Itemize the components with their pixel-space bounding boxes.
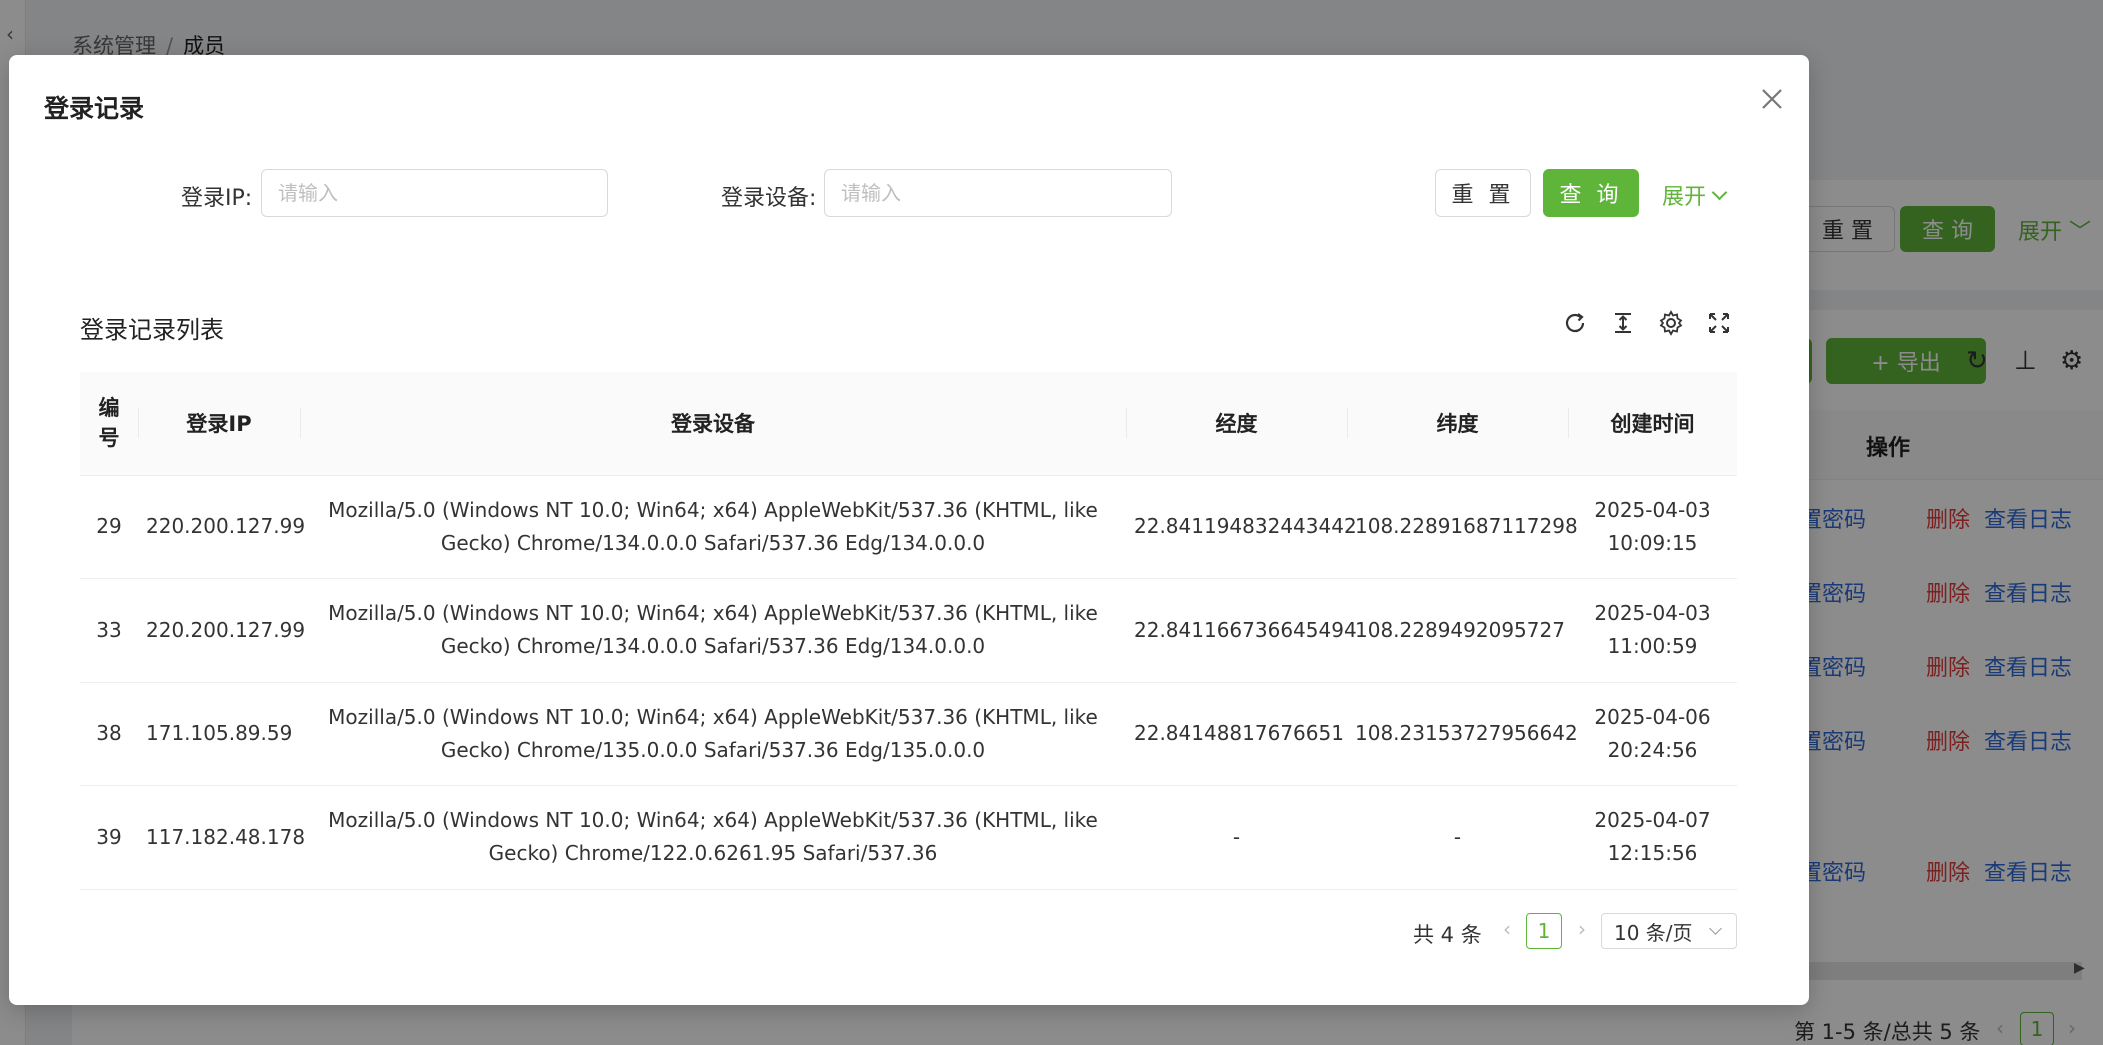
cell-device: Mozilla/5.0 (Windows NT 10.0; Win64; x64… bbox=[300, 578, 1126, 683]
chevron-down-icon bbox=[1709, 922, 1722, 935]
cell-longitude: 22.841166736645494 bbox=[1126, 578, 1357, 683]
column-header-longitude[interactable]: 经度 bbox=[1126, 372, 1347, 476]
table-row: 38 171.105.89.59 Mozilla/5.0 (Windows NT… bbox=[80, 682, 1737, 786]
chevron-down-icon bbox=[1711, 184, 1728, 200]
close-icon[interactable] bbox=[1752, 79, 1792, 119]
expand-link[interactable]: 展开 bbox=[1662, 179, 1728, 211]
cell-ip: 171.105.89.59 bbox=[138, 682, 300, 786]
refresh-icon[interactable] bbox=[1559, 307, 1591, 339]
page-number-1[interactable]: 1 bbox=[1526, 913, 1562, 949]
cell-latitude: 108.2289492095727 bbox=[1347, 578, 1568, 683]
pagination-total: 共 4 条 bbox=[1413, 923, 1482, 947]
list-title: 登录记录列表 bbox=[80, 316, 224, 344]
cell-created-at: 2025-04-03 11:00:59 bbox=[1568, 578, 1737, 683]
cell-created-at: 2025-04-07 12:15:56 bbox=[1568, 785, 1737, 890]
table-row: 33 220.200.127.99 Mozilla/5.0 (Windows N… bbox=[80, 578, 1737, 683]
login-device-label: 登录设备: bbox=[721, 186, 817, 211]
column-header-ip[interactable]: 登录IP bbox=[138, 372, 300, 476]
cell-latitude: 108.22891687117298 bbox=[1347, 475, 1578, 579]
fullscreen-icon[interactable] bbox=[1703, 307, 1735, 339]
cell-time: 20:24:56 bbox=[1607, 737, 1698, 762]
next-page-icon[interactable]: › bbox=[1578, 917, 1586, 941]
login-records-modal: 登录记录 登录IP: 登录设备: 重 置 查 询 展开 登录记录列表 编号 登录… bbox=[9, 55, 1809, 1005]
cell-time: 10:09:15 bbox=[1607, 530, 1698, 555]
cell-date: 2025-04-06 bbox=[1594, 704, 1711, 729]
login-ip-input[interactable] bbox=[261, 169, 608, 217]
expand-label: 展开 bbox=[1662, 185, 1707, 210]
column-header-device[interactable]: 登录设备 bbox=[300, 372, 1126, 476]
column-header-created-at[interactable]: 创建时间 bbox=[1568, 372, 1737, 476]
cell-ip: 220.200.127.99 bbox=[138, 578, 305, 683]
settings-icon[interactable] bbox=[1655, 307, 1687, 339]
cell-date: 2025-04-03 bbox=[1594, 497, 1711, 522]
cell-date: 2025-04-07 bbox=[1594, 808, 1711, 833]
cell-created-at: 2025-04-06 20:24:56 bbox=[1568, 682, 1737, 786]
table-row: 29 220.200.127.99 Mozilla/5.0 (Windows N… bbox=[80, 475, 1737, 579]
table-header-row: 编号 登录IP 登录设备 经度 纬度 创建时间 bbox=[80, 372, 1737, 476]
cell-id: 38 bbox=[80, 682, 138, 786]
cell-device: Mozilla/5.0 (Windows NT 10.0; Win64; x64… bbox=[300, 785, 1126, 890]
login-records-table: 编号 登录IP 登录设备 经度 纬度 创建时间 29 220.200.127.9… bbox=[80, 372, 1737, 890]
column-header-id[interactable]: 编号 bbox=[80, 372, 138, 476]
cell-ip: 220.200.127.99 bbox=[138, 475, 305, 579]
column-header-id-label: 编号 bbox=[98, 396, 120, 451]
login-ip-label: 登录IP: bbox=[181, 186, 253, 211]
cell-date: 2025-04-03 bbox=[1594, 601, 1711, 626]
reset-button[interactable]: 重 置 bbox=[1435, 169, 1531, 217]
cell-device: Mozilla/5.0 (Windows NT 10.0; Win64; x64… bbox=[300, 475, 1126, 579]
cell-device: Mozilla/5.0 (Windows NT 10.0; Win64; x64… bbox=[300, 682, 1126, 786]
cell-latitude: 108.23153727956642 bbox=[1347, 682, 1578, 786]
prev-page-icon[interactable]: ‹ bbox=[1503, 917, 1511, 941]
table-row: 39 117.182.48.178 Mozilla/5.0 (Windows N… bbox=[80, 785, 1737, 890]
modal-title: 登录记录 bbox=[44, 94, 145, 123]
cell-time: 11:00:59 bbox=[1607, 634, 1698, 659]
cell-id: 39 bbox=[80, 785, 138, 890]
cell-created-at: 2025-04-03 10:09:15 bbox=[1568, 475, 1737, 579]
cell-id: 33 bbox=[80, 578, 138, 683]
column-height-icon[interactable] bbox=[1607, 307, 1639, 339]
page-size-value: 10 条/页 bbox=[1614, 920, 1693, 945]
cell-latitude: - bbox=[1347, 785, 1568, 890]
cell-longitude: 22.841194832443442 bbox=[1126, 475, 1357, 579]
cell-longitude: - bbox=[1126, 785, 1347, 890]
column-header-latitude[interactable]: 纬度 bbox=[1347, 372, 1568, 476]
cell-longitude: 22.84148817676651 bbox=[1126, 682, 1347, 786]
cell-time: 12:15:56 bbox=[1607, 841, 1698, 866]
cell-id: 29 bbox=[80, 475, 138, 579]
query-button[interactable]: 查 询 bbox=[1543, 169, 1639, 217]
page-size-select[interactable]: 10 条/页 bbox=[1601, 913, 1737, 949]
cell-ip: 117.182.48.178 bbox=[138, 785, 305, 890]
login-device-input[interactable] bbox=[824, 169, 1172, 217]
